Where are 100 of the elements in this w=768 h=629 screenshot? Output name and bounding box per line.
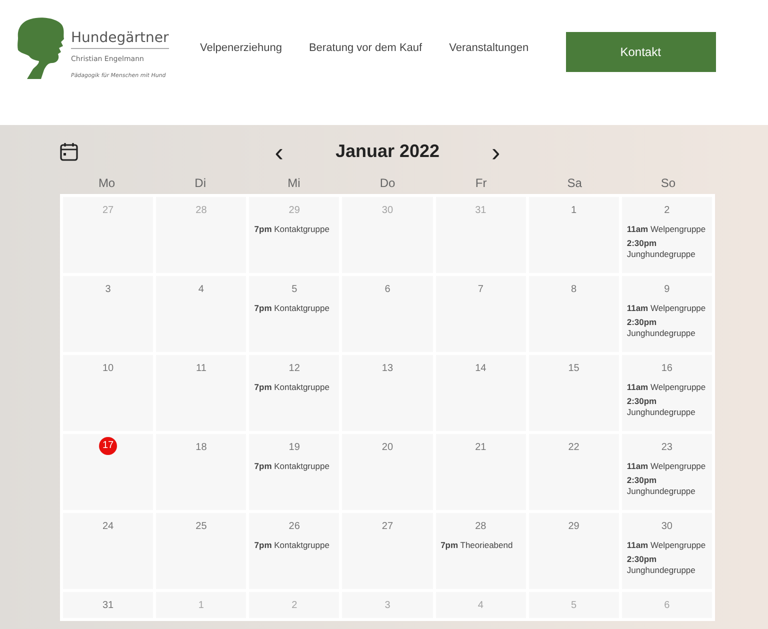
weekday-label: Di <box>194 174 208 192</box>
event-entry[interactable]: 2:30pm Junghundegruppe <box>626 396 707 418</box>
day-cell[interactable]: 25 <box>156 513 246 589</box>
previous-month-button[interactable]: ‹ <box>270 138 288 164</box>
day-cell[interactable]: 9 11am Welpengruppe 2:30pm Junghundegruppe <box>622 276 712 352</box>
day-number: 27 <box>102 204 115 218</box>
nav-link[interactable]: Beratung vor dem Kauf <box>308 40 422 56</box>
day-cell[interactable]: 18 <box>156 434 246 510</box>
day-number: 7 <box>476 283 484 297</box>
weekday-label: So <box>660 174 677 192</box>
day-cell[interactable]: 29 <box>528 513 619 589</box>
day-number: 31 <box>102 599 115 613</box>
day-number: 6 <box>663 599 671 613</box>
event-entry[interactable]: 2:30pm Junghundegruppe <box>626 317 707 340</box>
day-cell[interactable]: 7 <box>436 276 526 352</box>
event-entry[interactable]: 7pm Theorieabend <box>440 540 521 552</box>
weekday-label: Fr <box>474 174 488 192</box>
contact-button[interactable]: Kontakt <box>566 32 716 72</box>
day-number: 18 <box>194 441 208 455</box>
event-entry[interactable]: 2:30pm Junghundegruppe <box>626 475 707 498</box>
day-cell[interactable]: 11 <box>156 355 246 431</box>
day-cell[interactable]: 31 <box>63 592 154 618</box>
day-cell[interactable]: 24 <box>63 513 154 589</box>
event-entry[interactable]: 2:30pm Junghundegruppe <box>626 238 707 260</box>
event-entry[interactable]: 11am Welpengruppe <box>626 461 707 472</box>
weekday-label: Do <box>378 174 396 192</box>
calendar-icon[interactable] <box>60 142 78 161</box>
event-entry[interactable]: 11am Welpengruppe <box>626 224 707 236</box>
today-date-badge: 17 <box>99 437 118 455</box>
day-number: 28 <box>194 204 208 218</box>
event-entry[interactable]: 7pm Kontaktgruppe <box>254 382 334 394</box>
event-entry[interactable]: 11am Welpengruppe <box>626 540 707 552</box>
day-number: 31 <box>474 204 488 218</box>
day-cell[interactable]: 28 7pm Theorieabend <box>436 513 526 589</box>
event-entry[interactable]: 7pm Kontaktgruppe <box>254 224 334 236</box>
event-entry[interactable]: 11am Welpengruppe <box>626 303 707 314</box>
day-number: 22 <box>567 441 580 455</box>
day-number: 8 <box>570 283 578 297</box>
day-number: 5 <box>570 599 578 613</box>
day-cell[interactable]: 22 <box>528 434 619 510</box>
day-number: 25 <box>194 520 208 534</box>
day-cell[interactable]: 23 11am Welpengruppe 2:30pm Junghundegruppe <box>622 434 712 510</box>
day-cell[interactable]: 2 11am Welpengruppe 2:30pm Junghundegruppe <box>622 197 712 273</box>
day-cell[interactable]: 30 11am Welpengruppe 2:30pm Junghundegruppe <box>622 513 712 589</box>
day-cell[interactable]: 21 <box>436 434 526 510</box>
event-entry[interactable]: 7pm Kontaktgruppe <box>254 540 334 552</box>
nav-link[interactable]: Velpenerziehung <box>200 40 282 56</box>
day-number: 12 <box>288 362 301 376</box>
day-number: 29 <box>567 520 580 534</box>
day-number: 20 <box>380 441 394 455</box>
event-entry[interactable]: 7pm Kontaktgruppe <box>254 461 334 472</box>
day-cell[interactable]: 8 <box>528 276 619 352</box>
head-silhouette-logo-icon <box>17 17 65 79</box>
next-month-button[interactable]: › <box>488 138 504 164</box>
day-cell[interactable]: 19 7pm Kontaktgruppe <box>249 434 340 510</box>
event-entry[interactable]: 11am Welpengruppe <box>626 382 707 394</box>
day-number: 11 <box>195 362 208 376</box>
day-number: 30 <box>380 204 394 218</box>
day-cell[interactable]: 20 <box>342 434 433 510</box>
day-cell[interactable]: 12 7pm Kontaktgruppe <box>249 355 340 431</box>
day-number: 27 <box>380 520 394 534</box>
day-number: 16 <box>660 362 674 376</box>
day-number: 21 <box>474 441 488 455</box>
day-number: 9 <box>663 283 671 297</box>
day-cell[interactable]: 17 <box>63 434 154 510</box>
weekday-label: Mi <box>286 174 302 192</box>
day-number: 6 <box>384 283 392 297</box>
day-number: 2 <box>663 204 671 218</box>
nav-link[interactable]: Veranstaltungen <box>449 40 529 56</box>
day-number: 24 <box>102 520 115 534</box>
day-cell[interactable]: 13 <box>342 355 433 431</box>
day-cell[interactable]: 5 7pm Kontaktgruppe <box>249 276 340 352</box>
day-number: 15 <box>567 362 580 376</box>
weekday-label: Mo <box>97 174 116 192</box>
day-cell[interactable]: 15 <box>528 355 619 431</box>
event-entry[interactable]: 7pm Kontaktgruppe <box>254 303 334 314</box>
day-number: 4 <box>476 599 484 613</box>
day-cell[interactable]: 10 <box>63 355 154 431</box>
day-number: 3 <box>384 599 392 613</box>
day-number: 30 <box>660 520 674 534</box>
logo-title: Hundegärtner <box>71 31 169 49</box>
day-number: 23 <box>660 441 674 455</box>
day-cell[interactable]: 1 <box>528 197 619 273</box>
day-number: 14 <box>474 362 488 376</box>
day-number: 2 <box>290 599 298 613</box>
day-number: 28 <box>474 520 488 534</box>
day-cell[interactable]: 26 7pm Kontaktgruppe <box>249 513 340 589</box>
month-title: Januar 2022 <box>335 140 440 163</box>
day-cell[interactable]: 29 7pm Kontaktgruppe <box>249 197 340 273</box>
day-cell[interactable]: 27 <box>342 513 433 589</box>
day-number: 29 <box>288 204 301 218</box>
day-number: 1 <box>570 204 578 218</box>
day-cell[interactable]: 3 <box>63 276 154 352</box>
day-cell[interactable]: 16 11am Welpengruppe 2:30pm Junghundegruppe <box>622 355 712 431</box>
event-entry[interactable]: 2:30pm Junghundegruppe <box>626 554 707 576</box>
day-number: 26 <box>288 520 301 534</box>
day-cell[interactable]: 4 <box>156 276 246 352</box>
day-cell[interactable]: 14 <box>436 355 526 431</box>
day-cell[interactable]: 6 <box>342 276 433 352</box>
day-number: 3 <box>104 283 112 297</box>
